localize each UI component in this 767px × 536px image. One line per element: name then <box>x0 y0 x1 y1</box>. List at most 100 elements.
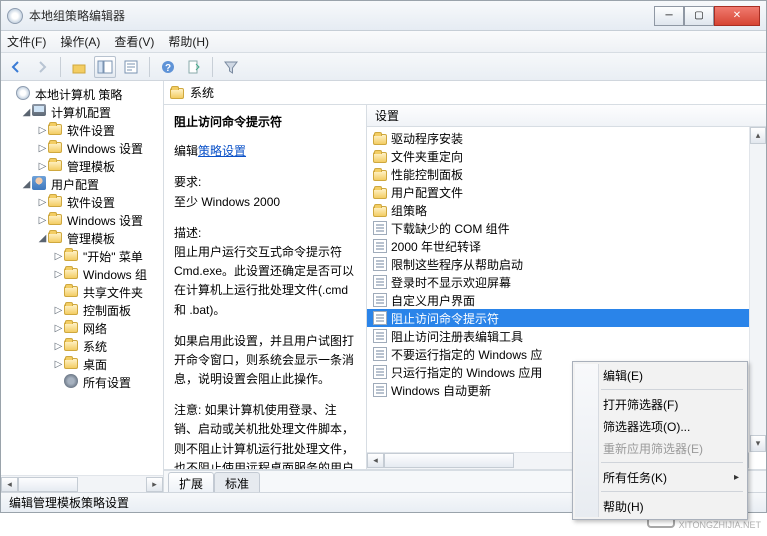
list-item[interactable]: 组策略 <box>367 201 766 219</box>
show-tree-button[interactable] <box>94 56 116 78</box>
scroll-left-icon[interactable]: ◂ <box>1 477 18 492</box>
tree-windows-settings[interactable]: ▷ Windows 设置 <box>1 139 163 157</box>
tree-desktop[interactable]: ▷桌面 <box>1 355 163 373</box>
tree-software-settings[interactable]: ▷软件设置 <box>1 121 163 139</box>
menu-help[interactable]: 帮助(H) <box>168 33 209 50</box>
ctx-filter-on[interactable]: 打开筛选器(F) <box>575 393 745 415</box>
column-header[interactable]: 设置 <box>367 105 766 127</box>
tree-root[interactable]: 本地计算机 策略 <box>1 85 163 103</box>
tree-windows-components[interactable]: ▷Windows 组 <box>1 265 163 283</box>
window-title: 本地组策略编辑器 <box>29 7 654 24</box>
expand-icon[interactable]: ▷ <box>53 359 64 370</box>
export-button[interactable] <box>183 56 205 78</box>
tree-network[interactable]: ▷网络 <box>1 319 163 337</box>
list-item[interactable]: 驱动程序安装 <box>367 129 766 147</box>
tree-admin-templates[interactable]: ▷ 管理模板 <box>1 157 163 175</box>
tree-item-label: Windows 设置 <box>67 140 143 157</box>
expand-icon[interactable]: ▷ <box>37 125 48 136</box>
list-item[interactable]: 阻止访问命令提示符 <box>367 309 766 327</box>
list-item[interactable]: 2000 年世纪转译 <box>367 237 766 255</box>
tree-windows-settings[interactable]: ▷ Windows 设置 <box>1 211 163 229</box>
hscroll-thumb[interactable] <box>384 453 514 468</box>
menu-file[interactable]: 文件(F) <box>7 33 46 50</box>
tree-control-panel[interactable]: ▷控制面板 <box>1 301 163 319</box>
folder-icon <box>170 88 184 99</box>
expand-icon[interactable]: ▷ <box>37 161 48 172</box>
ctx-all-tasks[interactable]: 所有任务(K) <box>575 466 745 488</box>
ctx-filter-options[interactable]: 筛选器选项(O)... <box>575 415 745 437</box>
tree-item-label: "开始" 菜单 <box>83 248 143 265</box>
tree-computer-config[interactable]: ◢计算机配置 <box>1 103 163 121</box>
scroll-down-icon[interactable]: ▾ <box>750 435 766 452</box>
expand-icon[interactable]: ▷ <box>53 323 64 334</box>
computer-icon <box>32 104 48 120</box>
description-text-3: 注意: 如果计算机使用登录、注销、启动或关机批处理文件脚本，则不阻止计算机运行批… <box>174 401 358 469</box>
titlebar[interactable]: 本地组策略编辑器 ─ ▢ ✕ <box>1 1 766 31</box>
setting-icon <box>373 221 387 235</box>
expand-icon[interactable]: ▷ <box>53 269 64 280</box>
list-item[interactable]: 限制这些程序从帮助启动 <box>367 255 766 273</box>
tree-system[interactable]: ▷系统 <box>1 337 163 355</box>
expand-icon[interactable]: ◢ <box>37 233 48 244</box>
scroll-up-icon[interactable]: ▴ <box>750 127 766 144</box>
expand-icon[interactable]: ▷ <box>53 305 64 316</box>
expand-icon[interactable]: ▷ <box>37 215 48 226</box>
requirement-label: 要求: <box>174 173 358 192</box>
description-text-1: 阻止用户运行交互式命令提示符 Cmd.exe。此设置还确定是否可以在计算机上运行… <box>174 243 358 320</box>
tree-start-menu[interactable]: ▷ "开始" 菜单 <box>1 247 163 265</box>
expand-icon[interactable]: ◢ <box>21 107 32 118</box>
list-item[interactable]: 用户配置文件 <box>367 183 766 201</box>
expand-icon[interactable]: ▷ <box>37 143 48 154</box>
tree-admin-templates[interactable]: ◢管理模板 <box>1 229 163 247</box>
minimize-button[interactable]: ─ <box>654 6 684 26</box>
back-button[interactable] <box>5 56 27 78</box>
folder-icon <box>48 122 64 138</box>
tree-hscroll[interactable]: ◂ ▸ <box>1 475 163 492</box>
tree-all-settings[interactable]: 所有设置 <box>1 373 163 391</box>
edit-policy-link[interactable]: 策略设置 <box>198 144 246 158</box>
help-icon[interactable]: ? <box>157 56 179 78</box>
filter-icon[interactable] <box>220 56 242 78</box>
menu-view[interactable]: 查看(V) <box>114 33 154 50</box>
expand-icon[interactable]: ▷ <box>37 197 48 208</box>
up-button[interactable] <box>68 56 90 78</box>
tree-software-settings[interactable]: ▷ 软件设置 <box>1 193 163 211</box>
expand-icon[interactable]: ▷ <box>53 251 64 262</box>
scroll-right-icon[interactable]: ▸ <box>146 477 163 492</box>
tree-item-label: 共享文件夹 <box>83 284 143 301</box>
tab-extended[interactable]: 扩展 <box>168 472 214 492</box>
ctx-help[interactable]: 帮助(H) <box>575 495 745 517</box>
expand-icon[interactable]: ▷ <box>53 341 64 352</box>
properties-button[interactable] <box>120 56 142 78</box>
tree-item-label: 管理模板 <box>67 158 115 175</box>
description-text-2: 如果启用此设置，并且用户试图打开命令窗口，则系统会显示一条消息，说明设置会阻止此… <box>174 332 358 390</box>
context-menu: 编辑(E) 打开筛选器(F) 筛选器选项(O)... 重新应用筛选器(E) 所有… <box>572 361 748 520</box>
menu-action[interactable]: 操作(A) <box>60 33 100 50</box>
scroll-left-icon[interactable]: ◂ <box>367 453 384 468</box>
hscroll-thumb[interactable] <box>18 477 78 492</box>
content-title: 系统 <box>190 84 214 101</box>
close-button[interactable]: ✕ <box>714 6 760 26</box>
folder-icon <box>64 320 80 336</box>
folder-icon <box>64 248 80 264</box>
list-item-label: 文件夹重定向 <box>391 148 463 165</box>
folder-icon <box>48 140 64 156</box>
list-item[interactable]: 登录时不显示欢迎屏幕 <box>367 273 766 291</box>
tree-item-label: 软件设置 <box>67 194 115 211</box>
ctx-edit[interactable]: 编辑(E) <box>575 364 745 386</box>
tree-shared-folders[interactable]: 共享文件夹 <box>1 283 163 301</box>
list-vscroll[interactable]: ▴ ▾ <box>749 127 766 452</box>
list-item[interactable]: 性能控制面板 <box>367 165 766 183</box>
expand-icon[interactable]: ◢ <box>21 179 32 190</box>
tree-user-config[interactable]: ◢用户配置 <box>1 175 163 193</box>
list-item[interactable]: 阻止访问注册表编辑工具 <box>367 327 766 345</box>
list-item[interactable]: 文件夹重定向 <box>367 147 766 165</box>
list-item[interactable]: 下载缺少的 COM 组件 <box>367 219 766 237</box>
forward-button[interactable] <box>31 56 53 78</box>
tab-standard[interactable]: 标准 <box>214 472 260 492</box>
tree-item-label: Windows 设置 <box>67 212 143 229</box>
list-item-label: 组策略 <box>391 202 427 219</box>
maximize-button[interactable]: ▢ <box>684 6 714 26</box>
list-item[interactable]: 自定义用户界面 <box>367 291 766 309</box>
list-item-label: Windows 自动更新 <box>391 382 491 399</box>
